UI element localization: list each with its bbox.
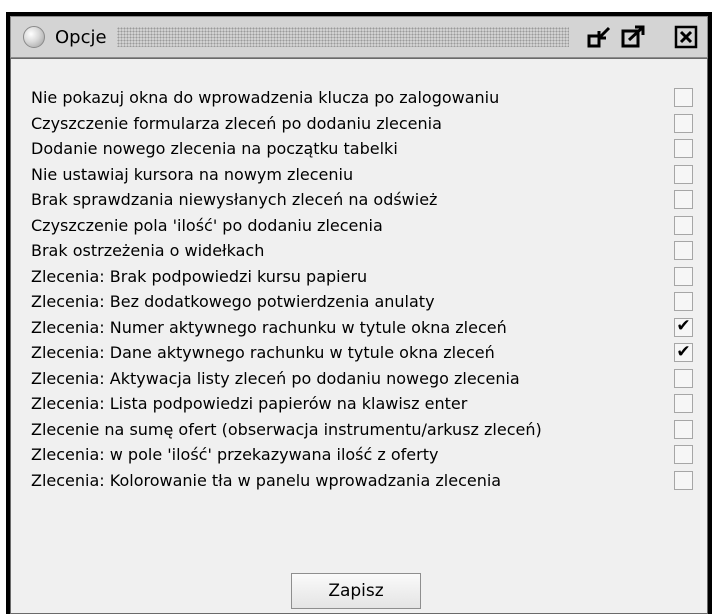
option-checkbox[interactable] (674, 292, 693, 312)
option-checkbox[interactable] (674, 266, 693, 286)
option-row[interactable]: Brak ostrzeżenia o widełkach (31, 238, 699, 264)
option-checkbox[interactable] (674, 190, 693, 210)
option-row[interactable]: Zlecenia: Lista podpowiedzi papierów na … (31, 391, 699, 417)
option-row[interactable]: Nie ustawiaj kursora na nowym zleceniu (31, 162, 699, 188)
option-row[interactable]: Czyszczenie formularza zleceń po dodaniu… (31, 111, 699, 137)
maximize-icon (621, 25, 645, 48)
option-checkbox[interactable] (674, 419, 693, 439)
option-checkbox[interactable] (674, 368, 693, 388)
option-label: Zlecenia: Lista podpowiedzi papierów na … (31, 394, 468, 414)
option-label: Zlecenia: Dane aktywnego rachunku w tytu… (31, 343, 495, 363)
option-row[interactable]: Zlecenia: Aktywacja listy zleceń po doda… (31, 366, 699, 392)
options-window: Opcje Nie pokazuj okna do wprowadzenia k… (6, 12, 712, 614)
option-row[interactable]: Czyszczenie pola 'ilość' po dodaniu zlec… (31, 213, 699, 239)
options-panel: Nie pokazuj okna do wprowadzenia klucza … (10, 58, 708, 614)
option-label: Brak ostrzeżenia o widełkach (31, 241, 265, 261)
option-checkbox[interactable] (674, 139, 693, 159)
option-checkbox[interactable] (674, 394, 693, 414)
option-label: Zlecenia: Aktywacja listy zleceń po doda… (31, 368, 520, 388)
option-row[interactable]: Brak sprawdzania niewysłanych zleceń na … (31, 187, 699, 213)
window-menu-icon[interactable] (23, 26, 45, 48)
option-checkbox[interactable]: ✔ (674, 316, 693, 337)
option-checkbox[interactable] (674, 113, 693, 133)
option-label: Zlecenia: w pole 'ilość' przekazywana il… (31, 445, 439, 465)
check-mark-icon: ✔ (676, 341, 691, 362)
option-checkbox[interactable] (674, 470, 693, 490)
option-label: Brak sprawdzania niewysłanych zleceń na … (31, 190, 438, 210)
drag-grip[interactable] (116, 27, 569, 47)
undock-button[interactable] (585, 23, 615, 51)
option-checkbox[interactable] (674, 88, 693, 108)
option-label: Czyszczenie pola 'ilość' po dodaniu zlec… (31, 215, 383, 235)
close-icon (674, 25, 698, 49)
option-label: Dodanie nowego zlecenia na początku tabe… (31, 139, 398, 159)
option-row[interactable]: Nie pokazuj okna do wprowadzenia klucza … (31, 85, 699, 111)
title-bar[interactable]: Opcje (10, 16, 708, 58)
option-checkbox[interactable]: ✔ (674, 341, 693, 363)
option-label: Zlecenie na sumę ofert (obserwacja instr… (31, 419, 542, 439)
option-checkbox[interactable] (674, 164, 693, 184)
option-checkbox[interactable] (674, 241, 693, 261)
option-label: Zlecenia: Bez dodatkowego potwierdzenia … (31, 292, 435, 312)
option-label: Zlecenia: Brak podpowiedzi kursu papieru (31, 266, 368, 286)
option-row[interactable]: Zlecenia: w pole 'ilość' przekazywana il… (31, 442, 699, 468)
option-checkbox[interactable] (674, 215, 693, 235)
maximize-button[interactable] (619, 23, 649, 51)
option-label: Zlecenia: Numer aktywnego rachunku w tyt… (31, 317, 507, 337)
option-row[interactable]: Zlecenia: Kolorowanie tła w panelu wprow… (31, 468, 699, 494)
check-mark-icon: ✔ (676, 316, 691, 337)
option-row[interactable]: Zlecenia: Numer aktywnego rachunku w tyt… (31, 315, 699, 341)
option-label: Nie pokazuj okna do wprowadzenia klucza … (31, 88, 500, 108)
option-label: Zlecenia: Kolorowanie tła w panelu wprow… (31, 470, 502, 490)
option-row[interactable]: Zlecenie na sumę ofert (obserwacja instr… (31, 417, 699, 443)
undock-icon (587, 26, 611, 48)
option-checkbox[interactable] (674, 445, 693, 465)
save-button[interactable]: Zapisz (291, 573, 421, 609)
option-label: Czyszczenie formularza zleceń po dodaniu… (31, 113, 442, 133)
option-row[interactable]: Zlecenia: Bez dodatkowego potwierdzenia … (31, 289, 699, 315)
option-label: Nie ustawiaj kursora na nowym zleceniu (31, 164, 354, 184)
window-title: Opcje (55, 26, 107, 48)
option-row[interactable]: Zlecenia: Brak podpowiedzi kursu papieru (31, 264, 699, 290)
options-list: Nie pokazuj okna do wprowadzenia klucza … (31, 85, 699, 493)
option-row[interactable]: Zlecenia: Dane aktywnego rachunku w tytu… (31, 340, 699, 366)
close-button[interactable] (671, 23, 701, 51)
option-row[interactable]: Dodanie nowego zlecenia na początku tabe… (31, 136, 699, 162)
